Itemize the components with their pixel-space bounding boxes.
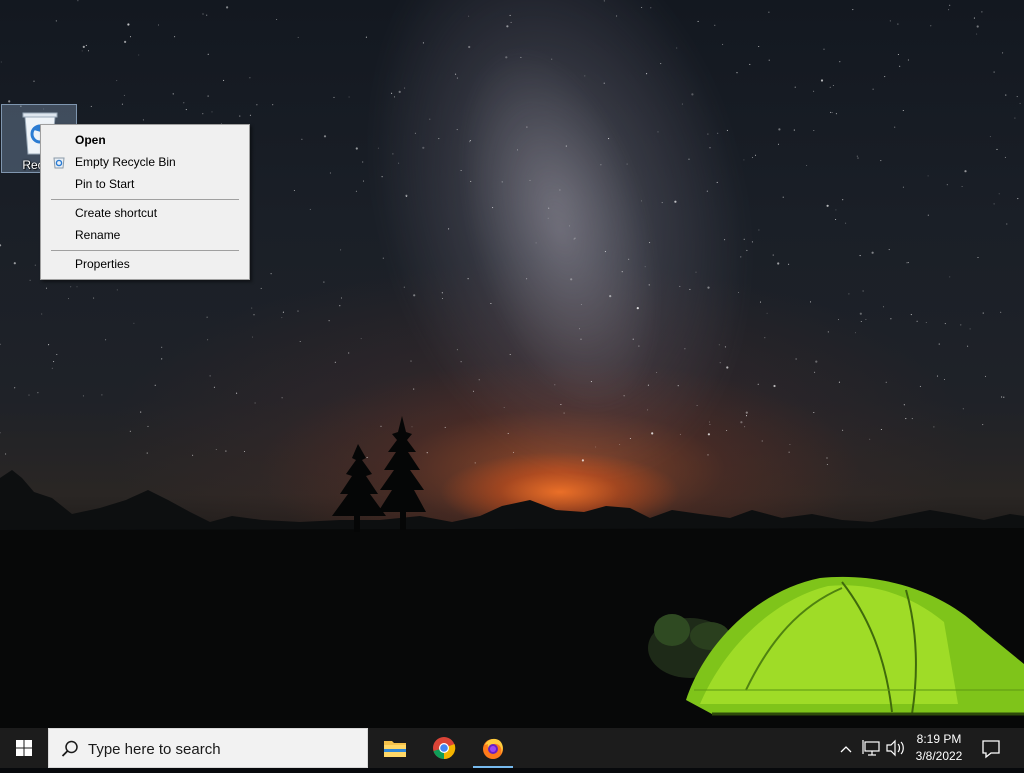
menu-item-empty-recycle-bin[interactable]: Empty Recycle Bin (41, 151, 249, 173)
menu-item-properties[interactable]: Properties (41, 253, 249, 275)
taskbar: 8:19 PM 3/8/2022 (0, 728, 1024, 768)
menu-item-create-shortcut[interactable]: Create shortcut (41, 202, 249, 224)
landscape (0, 416, 1024, 728)
desktop-wallpaper (0, 0, 1024, 728)
taskbar-search-box[interactable] (48, 728, 368, 768)
chrome-icon (433, 737, 456, 760)
chevron-up-icon[interactable] (838, 728, 854, 768)
taskbar-clock[interactable]: 8:19 PM 3/8/2022 (908, 728, 970, 768)
volume-icon[interactable] (884, 728, 906, 768)
notification-center-icon[interactable] (976, 728, 1006, 768)
menu-item-label: Empty Recycle Bin (75, 155, 176, 169)
search-icon (61, 740, 78, 757)
pine-trees (332, 416, 426, 532)
taskbar-app-chrome[interactable] (420, 728, 468, 768)
network-icon[interactable] (862, 728, 882, 768)
start-button[interactable] (0, 728, 48, 768)
menu-separator (51, 250, 239, 251)
clock-date: 3/8/2022 (915, 749, 963, 763)
context-menu: Open Empty Recycle Bin Pin to Start Crea… (40, 124, 250, 280)
recycle-bin-icon (53, 157, 65, 169)
windows-logo-icon (16, 740, 32, 756)
search-input[interactable] (88, 739, 358, 759)
firefox-icon (483, 738, 503, 759)
menu-item-open[interactable]: Open (41, 129, 249, 151)
clock-time: 8:19 PM (916, 732, 962, 746)
taskbar-app-file-explorer[interactable] (371, 728, 419, 768)
menu-item-pin-to-start[interactable]: Pin to Start (41, 173, 249, 195)
menu-item-rename[interactable]: Rename (41, 224, 249, 246)
folder-icon (384, 741, 406, 757)
taskbar-app-firefox[interactable] (469, 728, 517, 768)
menu-separator (51, 199, 239, 200)
